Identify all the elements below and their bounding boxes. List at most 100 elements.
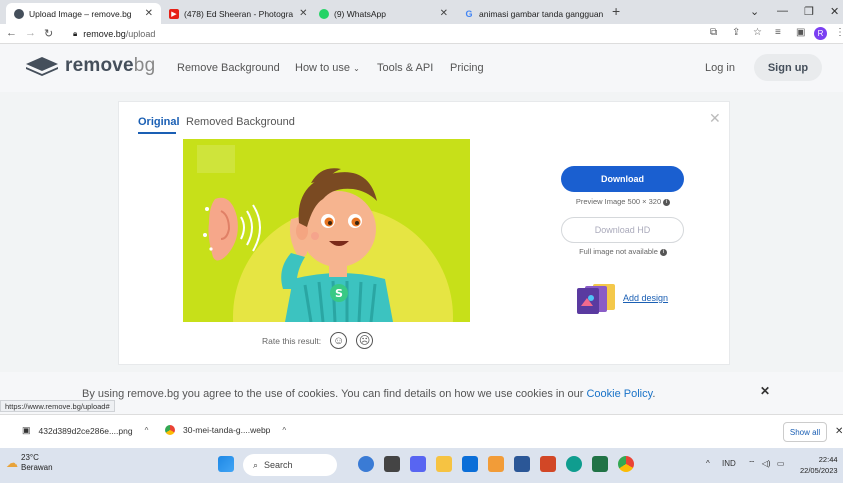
language-indicator[interactable]: IND <box>722 459 736 468</box>
task-view-icon[interactable] <box>384 456 400 472</box>
info-icon[interactable]: i <box>663 198 671 206</box>
download-hd-button[interactable]: Download HD <box>561 217 684 243</box>
word-icon[interactable] <box>514 456 530 472</box>
wifi-icon[interactable]: ⌔ <box>748 459 756 468</box>
download-filename: 30-mei-tanda-g....webp <box>183 425 271 435</box>
cookie-message: By using remove.bg you agree to the use … <box>82 388 655 400</box>
logo-suffix: bg <box>133 55 156 76</box>
tab-google[interactable]: G animasi gambar tanda gangguan ✕ <box>456 3 604 24</box>
url-field[interactable]: 🔒︎ remove.bg/upload <box>73 26 703 42</box>
download-item[interactable]: 30-mei-tanda-g....webp ^ <box>165 425 286 435</box>
reading-list-icon[interactable]: ≡ <box>775 27 781 38</box>
close-icon[interactable]: ✕ <box>760 384 770 398</box>
forward-icon[interactable]: → <box>25 27 36 39</box>
windows-taskbar: ☁ 23°C Berawan ⌕ Search ^ IND ⌔ ◁) ▭ 22:… <box>0 448 843 483</box>
tab-youtube[interactable]: ▶ (478) Ed Sheeran - Photogra ✕ <box>161 3 311 24</box>
side-panel-icon[interactable]: ▣ <box>796 27 805 38</box>
tab-title: (478) Ed Sheeran - Photogra <box>184 8 294 19</box>
svg-text:S: S <box>335 287 343 300</box>
add-design-row[interactable]: Add design <box>575 282 668 314</box>
windows-start-icon[interactable] <box>218 456 234 472</box>
add-design-link[interactable]: Add design <box>623 293 668 303</box>
cookie-policy-link[interactable]: Cookie Policy <box>586 388 652 400</box>
close-window-button[interactable]: ✕ <box>830 5 839 18</box>
edge-icon[interactable] <box>566 456 582 472</box>
clock[interactable]: 22:44 22/05/2023 <box>800 454 838 476</box>
download-button[interactable]: Download <box>561 166 684 192</box>
file-explorer-icon[interactable] <box>436 456 452 472</box>
search-label: Search <box>264 460 293 470</box>
nav-remove-background[interactable]: Remove Background <box>177 62 280 74</box>
removebg-icon <box>14 8 24 19</box>
chevron-up-icon[interactable]: ^ <box>282 426 286 435</box>
nav-how-to-use-label: How to use <box>295 62 351 74</box>
preview-size-text: Preview Image 500 × 320 <box>575 197 662 206</box>
youtube-icon: ▶ <box>169 8 179 19</box>
close-tab-icon[interactable]: ✕ <box>293 8 307 19</box>
nav-how-to-use[interactable]: How to use ⌄ <box>295 62 360 74</box>
tab-removebg[interactable]: Upload Image – remove.bg ✕ <box>6 3 161 24</box>
nav-tools-api[interactable]: Tools & API <box>377 62 433 74</box>
close-tab-icon[interactable]: ✕ <box>434 8 448 19</box>
lock-icon: 🔒︎ <box>73 29 78 38</box>
active-tab-underline <box>138 132 176 134</box>
chevron-up-icon[interactable]: ^ <box>145 426 149 435</box>
reload-icon[interactable]: ↻ <box>44 27 53 40</box>
powerpoint-icon[interactable] <box>540 456 556 472</box>
close-tab-icon[interactable]: ✕ <box>139 8 153 19</box>
battery-icon[interactable]: ▭ <box>777 459 785 468</box>
tab-removed-background[interactable]: Removed Background <box>186 116 295 128</box>
app-icon-1[interactable] <box>358 456 374 472</box>
removebg-logo[interactable]: removebg <box>25 55 155 77</box>
design-templates-icon <box>577 284 615 314</box>
weather-desc: Berawan <box>21 463 53 472</box>
install-app-icon[interactable]: ⧉ <box>710 27 717 38</box>
sad-face-icon[interactable]: ☹ <box>356 332 374 349</box>
preview-image: S <box>183 139 470 322</box>
rating-row: Rate this result: ☺ ☹ <box>262 332 374 349</box>
chrome-icon[interactable] <box>618 456 634 472</box>
tab-title: (9) WhatsApp <box>334 8 386 19</box>
store-icon[interactable] <box>462 456 478 472</box>
profile-avatar[interactable]: R <box>814 27 827 40</box>
close-icon[interactable]: ✕ <box>709 110 721 127</box>
menu-kebab-icon[interactable]: ⋮ <box>835 27 843 38</box>
close-shelf-icon[interactable]: ✕ <box>835 426 843 437</box>
show-all-downloads-button[interactable]: Show all <box>783 422 827 442</box>
chrome-file-icon <box>165 425 175 435</box>
login-link[interactable]: Log in <box>705 62 735 74</box>
address-bar-row: ← → ↻ 🔒︎ remove.bg/upload ⧉ ⇪ ☆ ≡ ▣ R ⋮ <box>0 24 843 44</box>
weather-cloud-icon: ☁ <box>6 456 18 470</box>
app-icon-2[interactable] <box>488 456 504 472</box>
excel-icon[interactable] <box>592 456 608 472</box>
main-content: Original Removed Background ✕ S Rate thi… <box>0 92 843 372</box>
tab-original[interactable]: Original <box>138 116 180 128</box>
clock-time: 22:44 <box>818 455 838 464</box>
info-icon[interactable]: i <box>659 248 667 256</box>
weather-temp: 23°C <box>21 453 39 462</box>
new-tab-button[interactable]: + <box>612 3 620 19</box>
restore-button[interactable]: ❐ <box>804 5 814 18</box>
tab-whatsapp[interactable]: (9) WhatsApp ✕ <box>311 3 456 24</box>
signup-button[interactable]: Sign up <box>754 54 822 81</box>
taskbar-search[interactable]: ⌕ Search <box>243 454 337 476</box>
chat-icon[interactable] <box>410 456 426 472</box>
bookmark-star-icon[interactable]: ☆ <box>753 27 762 38</box>
hd-availability-info: Full image not available i <box>543 247 703 256</box>
volume-icon[interactable]: ◁) <box>762 459 771 468</box>
cookie-banner: By using remove.bg you agree to the use … <box>0 372 843 414</box>
download-filename: 432d389d2ce286e....png <box>38 425 133 436</box>
happy-face-icon[interactable]: ☺ <box>330 332 348 349</box>
back-icon[interactable]: ← <box>6 27 17 39</box>
nav-pricing[interactable]: Pricing <box>450 62 484 74</box>
chevron-down-icon[interactable]: ⌄ <box>750 5 759 18</box>
download-item[interactable]: ▣ 432d389d2ce286e....png ^ <box>22 425 148 436</box>
share-icon[interactable]: ⇪ <box>732 27 740 38</box>
minimize-button[interactable]: — <box>777 5 788 17</box>
system-tray: ^ IND ⌔ ◁) ▭ <box>706 459 784 469</box>
close-tab-icon[interactable]: ✕ <box>603 8 604 19</box>
chevron-up-icon[interactable]: ^ <box>706 459 710 468</box>
logo-text: remove <box>65 55 134 76</box>
cookie-text-end: . <box>652 388 656 400</box>
weather-widget[interactable]: 23°C Berawan <box>21 453 53 473</box>
